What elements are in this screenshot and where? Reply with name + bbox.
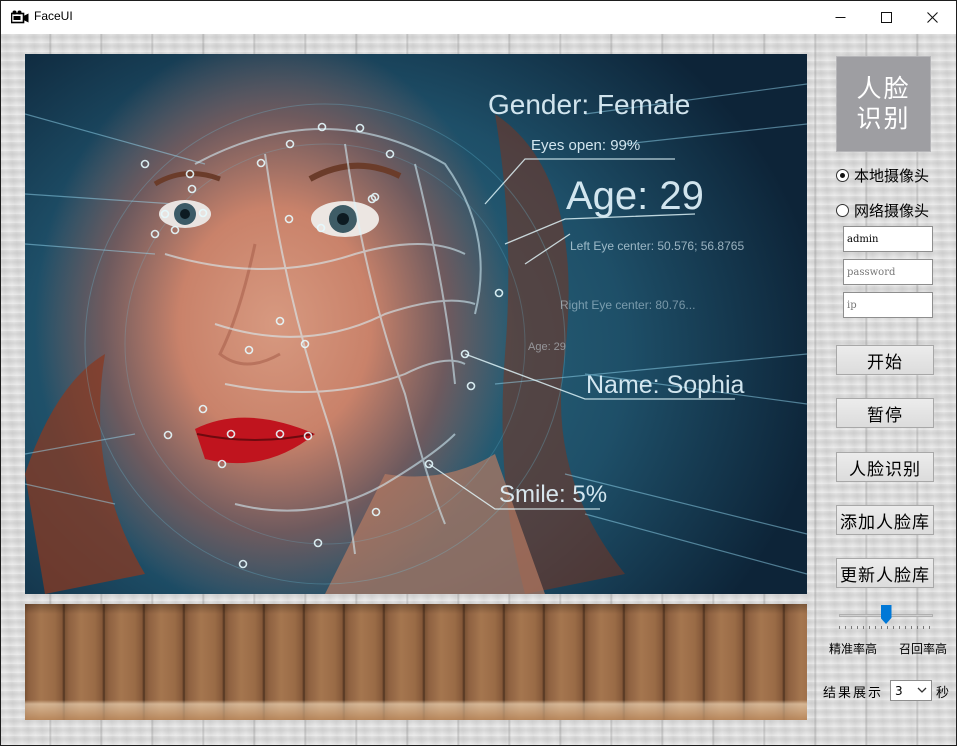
left-eye-label: Left Eye center: 50.576; 56.8765 [570, 239, 744, 253]
radio-local-camera[interactable]: 本地摄像头 [836, 165, 929, 185]
face-tile-line1: 人脸 [856, 74, 911, 103]
select-value: 3 [895, 683, 903, 698]
radio-dot[interactable] [836, 168, 849, 182]
result-strip [25, 604, 807, 720]
smile-label: Smile: 5% [499, 481, 607, 508]
window-title: FaceUI [34, 9, 73, 23]
maximize-button[interactable] [863, 1, 909, 34]
chevron-down-icon [917, 687, 927, 693]
result-display-label: 结果展示 [823, 686, 884, 701]
username-field[interactable] [843, 226, 933, 252]
video-view: Gender: Female Eyes open: 99% Age: 29 Le… [25, 54, 807, 594]
face-recognition-tile: 人脸 识别 [836, 56, 931, 152]
slider-thumb[interactable] [880, 605, 892, 624]
age-small-label: Age: 29 [528, 341, 566, 353]
minimize-button[interactable] [817, 1, 863, 34]
maximize-icon [880, 12, 892, 23]
minimize-icon [835, 17, 845, 18]
slider-ticks [839, 626, 933, 629]
face-tile-line2: 识别 [856, 104, 911, 133]
right-eye-label: Right Eye center: 80.76... [560, 298, 695, 312]
update-library-button[interactable]: 更新人脸库 [836, 558, 934, 588]
add-library-button[interactable]: 添加人脸库 [836, 505, 934, 535]
name-label: Name: Sophia [586, 371, 745, 399]
camera-icon [11, 10, 29, 24]
ip-field[interactable] [843, 292, 933, 318]
password-field[interactable] [843, 259, 933, 285]
client-area: Gender: Female Eyes open: 99% Age: 29 Le… [1, 34, 956, 745]
title-bar[interactable]: FaceUI [1, 1, 956, 34]
eyes-label: Eyes open: 99% [531, 137, 640, 154]
precision-label: 精准率高 [829, 642, 878, 656]
gender-label: Gender: Female [488, 89, 690, 120]
faceui-window: FaceUI Gender: Female Eyes open: 99% Age… [0, 0, 957, 746]
radio-network-camera[interactable]: 网络摄像头 [836, 200, 929, 220]
radio-label: 网络摄像头 [854, 201, 930, 220]
radio-dot[interactable] [836, 203, 849, 217]
seconds-unit-label: 秒 [936, 686, 950, 701]
close-icon [926, 12, 938, 23]
recall-label: 召回率高 [899, 642, 948, 656]
result-seconds-select[interactable]: 3 [890, 680, 932, 701]
face-scan-overlay: Gender: Female Eyes open: 99% Age: 29 Le… [25, 83, 807, 594]
start-button[interactable]: 开始 [836, 345, 934, 375]
close-button[interactable] [909, 1, 955, 34]
radio-label: 本地摄像头 [854, 166, 930, 185]
age-label: Age: 29 [566, 174, 704, 218]
precision-recall-slider[interactable] [837, 601, 935, 631]
recognize-button[interactable]: 人脸识别 [836, 452, 934, 482]
pause-button[interactable]: 暂停 [836, 398, 934, 428]
